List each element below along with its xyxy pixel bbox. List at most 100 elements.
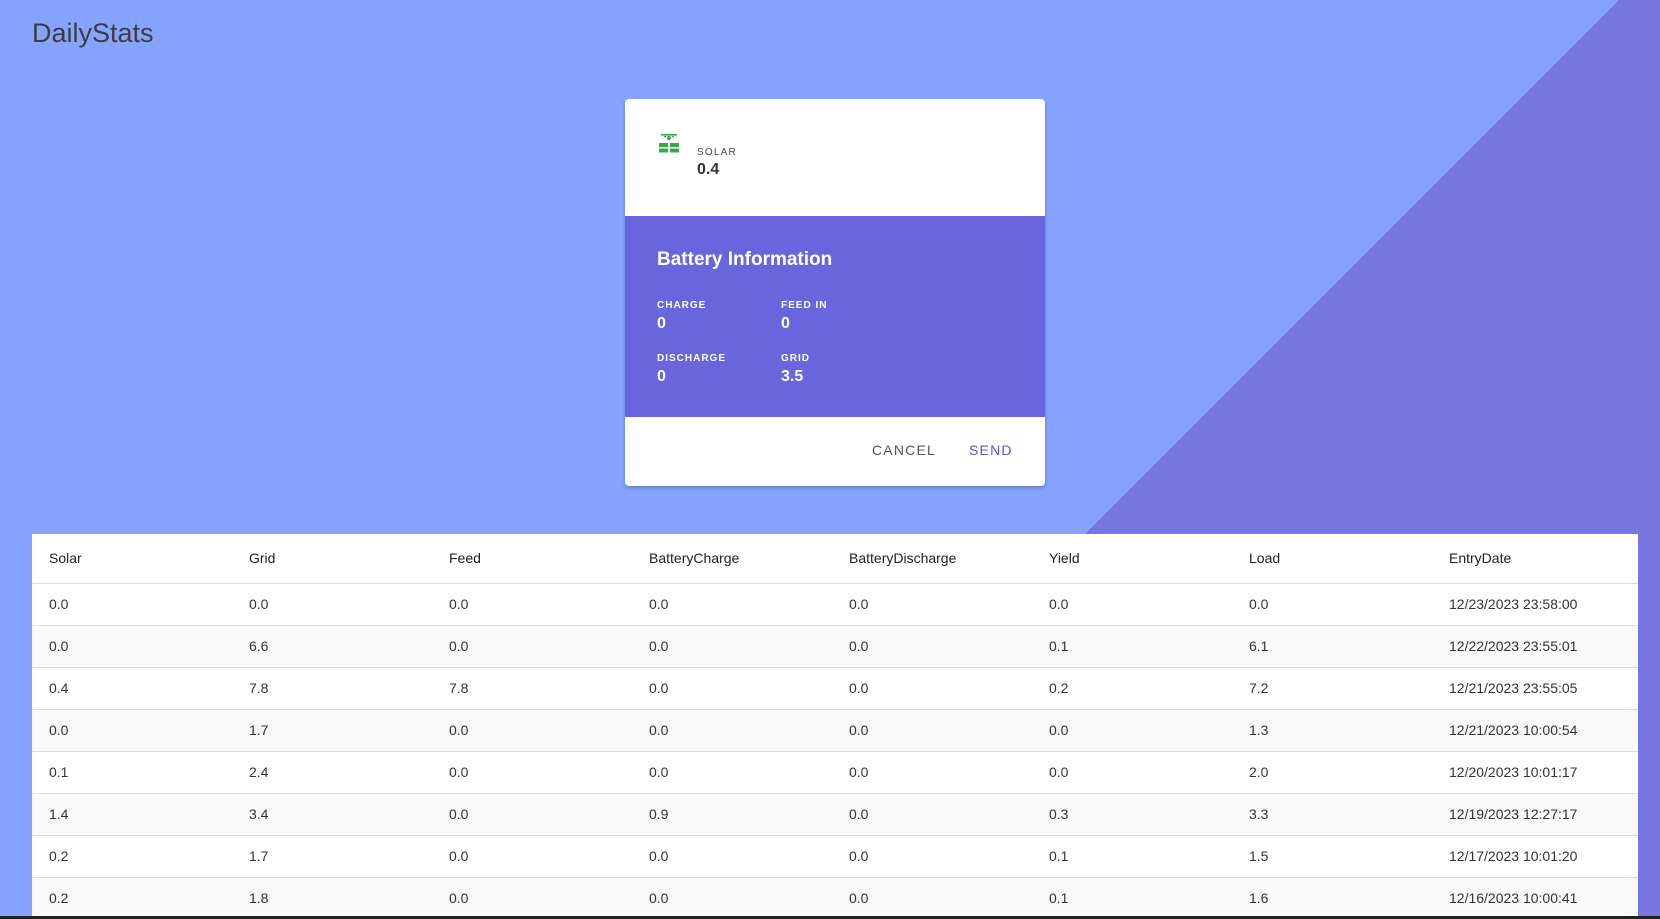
table-cell: 0.0 bbox=[832, 835, 1032, 878]
column-header-entry-date[interactable]: EntryDate bbox=[1432, 534, 1638, 584]
table-cell: 6.1 bbox=[1232, 625, 1432, 668]
table-row[interactable]: 0.2 1.8 0.0 0.0 0.0 0.1 1.6 12/16/2023 10:00:41 bbox=[32, 877, 1638, 919]
table-cell: 12/21/2023 10:00:54 bbox=[1432, 709, 1638, 752]
solar-value: 0.4 bbox=[697, 161, 720, 178]
table-cell: 3.4 bbox=[232, 793, 432, 836]
table-cell: 12/16/2023 10:00:41 bbox=[1432, 877, 1638, 919]
table-row[interactable]: 0.0 0.0 0.0 0.0 0.0 0.0 0.0 12/23/2023 23:58:00 bbox=[32, 583, 1638, 626]
table-cell: 1.7 bbox=[232, 709, 432, 752]
table-cell: 0.9 bbox=[632, 793, 832, 836]
feed-in-stat: FEED IN 0 bbox=[781, 300, 827, 333]
table-cell: 0.0 bbox=[632, 709, 832, 752]
table-cell: 0.2 bbox=[32, 877, 232, 919]
table-row[interactable]: 1.4 3.4 0.0 0.9 0.0 0.3 3.3 12/19/2023 12:27:17 bbox=[32, 793, 1638, 836]
discharge-stat: DISCHARGE 0 bbox=[657, 353, 726, 386]
table-cell: 0.0 bbox=[432, 583, 632, 626]
table-cell: 0.0 bbox=[832, 625, 1032, 668]
table-cell: 12/23/2023 23:58:00 bbox=[1432, 583, 1638, 626]
table-cell: 0.0 bbox=[632, 877, 832, 919]
table-cell: 0.0 bbox=[432, 877, 632, 919]
table-cell: 0.3 bbox=[1032, 793, 1232, 836]
table-cell: 2.0 bbox=[1232, 751, 1432, 794]
table-cell: 12/21/2023 23:55:05 bbox=[1432, 667, 1638, 710]
card-actions: CANCEL SEND bbox=[625, 417, 1045, 486]
table-cell: 0.0 bbox=[1032, 583, 1232, 626]
stats-card: SOLAR 0.4 Battery Information CHARGE 0 F… bbox=[625, 99, 1045, 486]
feed-in-value: 0 bbox=[781, 315, 790, 332]
table-header-row: Solar Grid Feed BatteryCharge BatteryDis… bbox=[32, 534, 1638, 584]
table-cell: 6.6 bbox=[232, 625, 432, 668]
table-cell: 0.0 bbox=[832, 877, 1032, 919]
table-cell: 1.7 bbox=[232, 835, 432, 878]
table-cell: 0.0 bbox=[1232, 583, 1432, 626]
table-row[interactable]: 0.0 1.7 0.0 0.0 0.0 0.0 1.3 12/21/2023 10:00:54 bbox=[32, 709, 1638, 752]
table-cell: 0.0 bbox=[832, 583, 1032, 626]
charge-label: CHARGE bbox=[657, 300, 707, 311]
table-cell: 0.0 bbox=[232, 583, 432, 626]
solar-section: SOLAR 0.4 bbox=[625, 99, 1045, 216]
table-cell: 0.1 bbox=[1032, 835, 1232, 878]
column-header-battery-charge[interactable]: BatteryCharge bbox=[632, 534, 832, 584]
table-cell: 0.0 bbox=[832, 667, 1032, 710]
table-cell: 0.0 bbox=[632, 667, 832, 710]
discharge-value: 0 bbox=[657, 368, 666, 385]
column-header-battery-discharge[interactable]: BatteryDischarge bbox=[832, 534, 1032, 584]
table-cell: 12/17/2023 10:01:20 bbox=[1432, 835, 1638, 878]
battery-title: Battery Information bbox=[657, 249, 833, 270]
table-cell: 3.3 bbox=[1232, 793, 1432, 836]
table-cell: 7.2 bbox=[1232, 667, 1432, 710]
app-title: DailyStats bbox=[32, 18, 154, 48]
table-cell: 0.2 bbox=[1032, 667, 1232, 710]
column-header-load[interactable]: Load bbox=[1232, 534, 1432, 584]
table-cell: 0.0 bbox=[1032, 751, 1232, 794]
charge-stat: CHARGE 0 bbox=[657, 300, 706, 333]
table-cell: 0.0 bbox=[632, 835, 832, 878]
stats-table: Solar Grid Feed BatteryCharge BatteryDis… bbox=[32, 534, 1638, 919]
table-cell: 7.8 bbox=[232, 667, 432, 710]
table-cell: 0.1 bbox=[1032, 877, 1232, 919]
column-header-yield[interactable]: Yield bbox=[1032, 534, 1232, 584]
column-header-feed[interactable]: Feed bbox=[432, 534, 632, 584]
table-cell: 0.0 bbox=[832, 751, 1032, 794]
table-cell: 0.0 bbox=[432, 751, 632, 794]
solar-label: SOLAR bbox=[697, 147, 737, 158]
table-cell: 0.2 bbox=[32, 835, 232, 878]
table-row[interactable]: 0.0 6.6 0.0 0.0 0.0 0.1 6.1 12/22/2023 23:55:01 bbox=[32, 625, 1638, 668]
table-row[interactable]: 0.2 1.7 0.0 0.0 0.0 0.1 1.5 12/17/2023 10:01:20 bbox=[32, 835, 1638, 878]
table-cell: 0.0 bbox=[32, 709, 232, 752]
table-cell: 0.4 bbox=[32, 667, 232, 710]
table-cell: 0.0 bbox=[32, 625, 232, 668]
charge-value: 0 bbox=[657, 315, 666, 332]
battery-information-panel: Battery Information CHARGE 0 FEED IN 0 D… bbox=[625, 216, 1045, 417]
column-header-grid[interactable]: Grid bbox=[232, 534, 432, 584]
table-cell: 12/19/2023 12:27:17 bbox=[1432, 793, 1638, 836]
table-cell: 0.0 bbox=[832, 793, 1032, 836]
table-cell: 0.0 bbox=[432, 793, 632, 836]
column-header-solar[interactable]: Solar bbox=[32, 534, 232, 584]
table-cell: 0.0 bbox=[432, 625, 632, 668]
table-cell: 12/22/2023 23:55:01 bbox=[1432, 625, 1638, 668]
grid-stat: GRID 3.5 bbox=[781, 353, 810, 386]
table-row[interactable]: 0.4 7.8 7.8 0.0 0.0 0.2 7.2 12/21/2023 23:55:05 bbox=[32, 667, 1638, 710]
table-cell: 0.0 bbox=[432, 709, 632, 752]
table-cell: 12/20/2023 10:01:17 bbox=[1432, 751, 1638, 794]
table-cell: 1.5 bbox=[1232, 835, 1432, 878]
table-cell: 7.8 bbox=[432, 667, 632, 710]
table-cell: 1.8 bbox=[232, 877, 432, 919]
grid-value: 3.5 bbox=[781, 368, 804, 385]
table-cell: 0.0 bbox=[832, 709, 1032, 752]
stats-table-container: Solar Grid Feed BatteryCharge BatteryDis… bbox=[32, 534, 1638, 919]
table-cell: 0.0 bbox=[432, 835, 632, 878]
send-button[interactable]: SEND bbox=[969, 442, 1013, 458]
table-cell: 0.0 bbox=[632, 625, 832, 668]
table-cell: 0.0 bbox=[32, 583, 232, 626]
grid-label: GRID bbox=[781, 353, 810, 364]
table-cell: 1.6 bbox=[1232, 877, 1432, 919]
solar-panel-icon bbox=[659, 134, 679, 153]
feed-in-label: FEED IN bbox=[781, 300, 828, 311]
table-row[interactable]: 0.1 2.4 0.0 0.0 0.0 0.0 2.0 12/20/2023 10:01:17 bbox=[32, 751, 1638, 794]
table-cell: 0.1 bbox=[1032, 625, 1232, 668]
table-cell: 0.0 bbox=[1032, 709, 1232, 752]
table-body: 0.0 0.0 0.0 0.0 0.0 0.0 0.0 12/23/2023 23:58:00… bbox=[32, 583, 1638, 919]
cancel-button[interactable]: CANCEL bbox=[872, 442, 936, 458]
